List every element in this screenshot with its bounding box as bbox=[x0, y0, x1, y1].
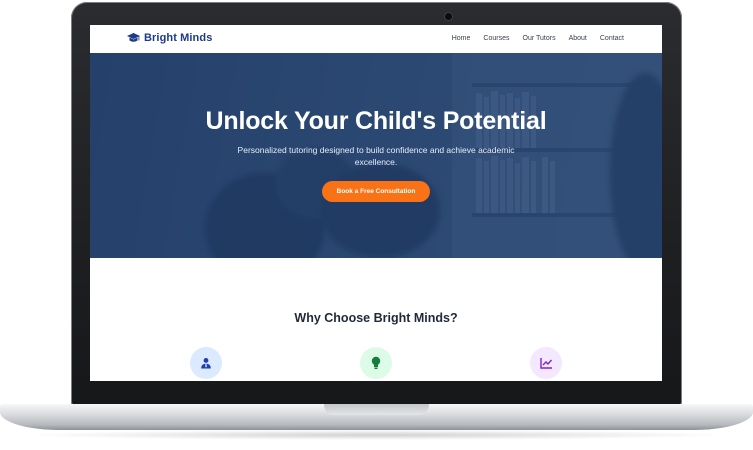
tutor-icon bbox=[201, 358, 211, 369]
feature-chart-icon bbox=[530, 347, 562, 379]
graduation-cap-icon bbox=[127, 33, 140, 42]
section-title: Why Choose Bright Minds? bbox=[294, 311, 458, 325]
nav-about[interactable]: About bbox=[569, 35, 587, 42]
browser-viewport: Bright Minds Home Courses Our Tutors Abo… bbox=[90, 25, 662, 381]
nav-links: Home Courses Our Tutors About Contact bbox=[452, 35, 624, 42]
chart-line-icon bbox=[539, 358, 552, 369]
hero-section: Unlock Your Child's Potential Personaliz… bbox=[90, 53, 662, 258]
feature-lightbulb-icon bbox=[360, 347, 392, 379]
hero-title: Unlock Your Child's Potential bbox=[205, 107, 547, 135]
laptop-notch bbox=[324, 404, 429, 415]
hero-subtitle: Personalized tutoring designed to build … bbox=[237, 145, 515, 167]
brand-logo[interactable]: Bright Minds bbox=[127, 32, 212, 44]
nav-our-tutors[interactable]: Our Tutors bbox=[523, 35, 556, 42]
laptop-shadow bbox=[20, 430, 733, 440]
webcam bbox=[444, 12, 453, 21]
nav-contact[interactable]: Contact bbox=[600, 35, 624, 42]
site-navbar: Bright Minds Home Courses Our Tutors Abo… bbox=[90, 25, 662, 53]
nav-home[interactable]: Home bbox=[452, 35, 471, 42]
nav-courses[interactable]: Courses bbox=[483, 35, 509, 42]
book-consultation-button[interactable]: Book a Free Consultation bbox=[322, 181, 430, 202]
feature-tutor-icon bbox=[190, 347, 222, 379]
brand-name: Bright Minds bbox=[144, 32, 213, 44]
lightbulb-icon bbox=[371, 356, 381, 369]
